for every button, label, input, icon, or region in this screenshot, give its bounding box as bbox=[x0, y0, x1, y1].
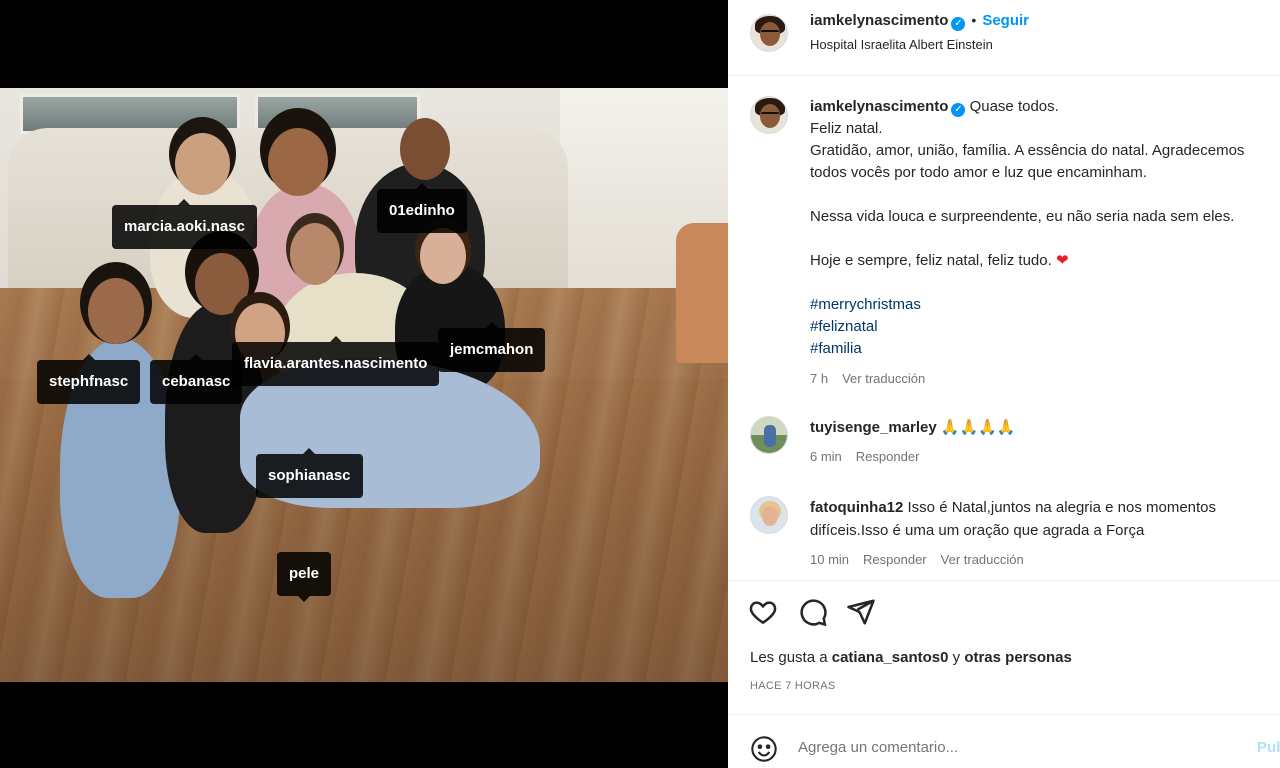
photo-tag-label: 01edinho bbox=[389, 202, 455, 219]
posted-time[interactable]: HACE 7 HORAS bbox=[750, 680, 836, 692]
caption-meta: 7 h Ver traducción bbox=[810, 368, 1280, 390]
comment-item: fatoquinha12 Isso é Natal,juntos na aleg… bbox=[750, 496, 1280, 576]
photo-tag[interactable]: sophianasc bbox=[256, 448, 363, 498]
person-head bbox=[290, 223, 340, 285]
post-location[interactable]: Hospital Israelita Albert Einstein bbox=[810, 37, 993, 52]
photo-tag-label: marcia.aoki.nasc bbox=[124, 218, 245, 235]
see-translation-link[interactable]: Ver traducción bbox=[842, 371, 925, 386]
commenter-username[interactable]: fatoquinha12 bbox=[810, 499, 903, 516]
photo-tag-label: flavia.arantes.nascimento bbox=[244, 355, 428, 372]
verified-badge-icon: ✓ bbox=[951, 17, 966, 31]
publish-button[interactable]: Publicar bbox=[1257, 739, 1280, 756]
comment-time[interactable]: 10 min bbox=[810, 552, 849, 567]
share-icon-svg bbox=[847, 599, 875, 625]
photo-tag-label: cebanasc bbox=[162, 373, 231, 390]
caption-first-line: iamkelynascimento ✓ Quase todos. bbox=[810, 96, 1280, 118]
comment-composer: Publicar bbox=[728, 714, 1280, 768]
photo-tag[interactable]: pele bbox=[277, 552, 332, 602]
avatar-glasses bbox=[761, 30, 779, 34]
caption-gap bbox=[810, 228, 1280, 250]
avatar-face bbox=[760, 104, 780, 128]
caption-line: Gratidão, amor, união, família. A essênc… bbox=[810, 142, 1245, 159]
caption-lead: Quase todos. bbox=[969, 98, 1059, 115]
heart-icon-svg bbox=[749, 601, 777, 625]
caption-line: Feliz natal. bbox=[810, 120, 883, 137]
hashtag-link[interactable]: #familia bbox=[810, 338, 1280, 360]
likes-others-link[interactable]: otras personas bbox=[964, 649, 1072, 666]
photo-tag[interactable]: flavia.arantes.nascimento bbox=[232, 336, 440, 386]
person-head bbox=[195, 253, 249, 315]
person-head bbox=[268, 128, 328, 196]
reply-button[interactable]: Responder bbox=[856, 449, 920, 464]
hashtag-link[interactable]: #feliznatal bbox=[810, 316, 1280, 338]
post-media: marcia.aoki.nasc 01edinho jemcmahon step… bbox=[0, 0, 728, 768]
photo-chair bbox=[676, 223, 728, 363]
caption-username[interactable]: iamkelynascimento bbox=[810, 98, 948, 115]
comment-input[interactable] bbox=[798, 739, 1198, 756]
caption-gap bbox=[810, 184, 1280, 206]
header-title-row: iamkelynascimento ✓ • Seguir bbox=[810, 12, 1029, 31]
commenter-avatar[interactable] bbox=[750, 496, 788, 534]
person-head bbox=[420, 228, 466, 284]
photo-tag[interactable]: stephfnasc bbox=[37, 354, 141, 404]
post-panel: iamkelynascimento ✓ • Seguir Hospital Israe… bbox=[728, 0, 1280, 768]
heart-icon[interactable] bbox=[748, 597, 778, 627]
comment-item: tuyisenge_marley 🙏🙏🙏🙏 6 min Responder bbox=[750, 416, 1280, 466]
comment-meta: 6 min Responder bbox=[810, 445, 1280, 468]
avatar-glasses bbox=[761, 112, 779, 116]
comment-time[interactable]: 6 min bbox=[810, 449, 842, 464]
avatar-figure bbox=[764, 425, 776, 447]
photo-tag[interactable]: marcia.aoki.nasc bbox=[112, 199, 257, 249]
separator-dot: • bbox=[971, 12, 977, 28]
photo-tag[interactable]: 01edinho bbox=[377, 183, 467, 233]
likes-user-link[interactable]: catiana_santos0 bbox=[832, 649, 949, 666]
caption-avatar[interactable] bbox=[750, 96, 788, 134]
post-caption: iamkelynascimento ✓ Quase todos. Feliz na… bbox=[810, 96, 1280, 390]
comment-body: fatoquinha12 Isso é Natal,juntos na aleg… bbox=[810, 496, 1280, 571]
see-translation-link[interactable]: Ver traducción bbox=[941, 552, 1024, 567]
comment-text: difíceis.Isso é uma um oração que agrada… bbox=[810, 522, 1145, 539]
photo-tag[interactable]: cebanasc bbox=[150, 354, 243, 404]
likes-summary: Les gusta a catiana_santos0 y otras pers… bbox=[750, 649, 1072, 666]
author-username[interactable]: iamkelynascimento bbox=[810, 12, 948, 29]
person-head bbox=[400, 118, 450, 180]
post-header: iamkelynascimento ✓ • Seguir Hospital Israe… bbox=[728, 0, 1280, 76]
avatar-face bbox=[760, 22, 780, 46]
author-avatar[interactable] bbox=[750, 14, 788, 52]
person-head bbox=[175, 133, 230, 195]
caption-time[interactable]: 7 h bbox=[810, 371, 828, 386]
photo-tag-label: jemcmahon bbox=[450, 341, 534, 358]
comment-text: Isso é Natal,juntos na alegria e nos mom… bbox=[907, 499, 1217, 516]
photo-tag-label: pele bbox=[289, 565, 320, 582]
photo-tag[interactable]: jemcmahon bbox=[438, 322, 546, 372]
heart-emoji: ❤ bbox=[1055, 252, 1069, 269]
post-photo[interactable]: marcia.aoki.nasc 01edinho jemcmahon step… bbox=[0, 88, 728, 682]
comment-meta: 10 min Responder Ver traducción bbox=[810, 548, 1280, 571]
caption-line: Hoje e sempre, feliz natal, feliz tudo. … bbox=[810, 250, 1280, 272]
photo-tag-label: stephfnasc bbox=[49, 373, 129, 390]
share-icon[interactable] bbox=[846, 597, 876, 627]
commenter-avatar[interactable] bbox=[750, 416, 788, 454]
commenter-username[interactable]: tuyisenge_marley bbox=[810, 419, 937, 436]
caption-line-text: Hoje e sempre, feliz natal, feliz tudo. bbox=[810, 252, 1052, 269]
verified-badge-icon: ✓ bbox=[951, 103, 966, 117]
photo-tag-label: sophianasc bbox=[268, 467, 351, 484]
emoji-icon-svg bbox=[751, 736, 777, 762]
person-head bbox=[88, 278, 144, 344]
comment-icon[interactable] bbox=[798, 597, 828, 627]
caption-gap bbox=[810, 272, 1280, 294]
avatar-face bbox=[762, 506, 778, 526]
likes-middle: y bbox=[952, 649, 961, 666]
comment-body: tuyisenge_marley 🙏🙏🙏🙏 6 min Responder bbox=[810, 416, 1280, 468]
follow-button[interactable]: Seguir bbox=[982, 12, 1029, 29]
emoji-icon[interactable] bbox=[750, 735, 780, 765]
caption-line: Nessa vida louca e surpreendente, eu não… bbox=[810, 208, 1235, 225]
comment-icon-svg bbox=[800, 599, 827, 627]
post-actions: Les gusta a catiana_santos0 y otras pers… bbox=[728, 580, 1280, 714]
reply-button[interactable]: Responder bbox=[863, 552, 927, 567]
hashtag-link[interactable]: #merrychristmas bbox=[810, 294, 1280, 316]
comment-text: 🙏🙏🙏🙏 bbox=[940, 419, 1016, 436]
caption-line: todos vocês por todo amor e luz que enca… bbox=[810, 164, 1147, 181]
likes-prefix: Les gusta a bbox=[750, 649, 828, 666]
